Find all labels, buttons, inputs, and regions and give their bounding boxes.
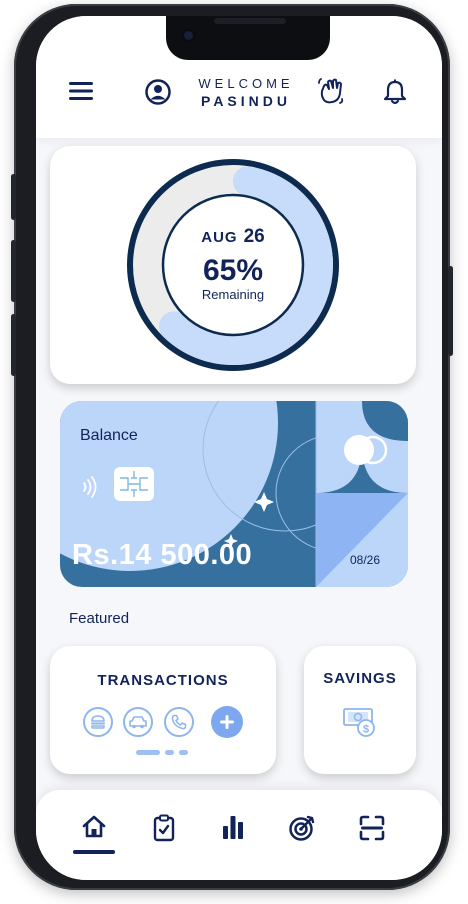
goals-icon[interactable] — [280, 814, 324, 854]
home-icon[interactable] — [72, 814, 116, 854]
add-icon[interactable] — [211, 706, 243, 738]
power-button — [448, 266, 453, 356]
speaker — [214, 18, 286, 24]
phone-icon[interactable] — [164, 707, 194, 737]
welcome-label: WELCOME — [198, 76, 294, 91]
scan-icon[interactable] — [350, 814, 394, 854]
card-brand-icon — [342, 433, 392, 472]
ring-text: AUG 26 65% Remaining — [50, 226, 416, 302]
carousel-dot — [165, 750, 174, 755]
ring-day: 26 — [243, 226, 265, 247]
volume-up-button — [11, 240, 16, 302]
active-tab-indicator — [73, 850, 115, 854]
contactless-icon — [78, 475, 102, 504]
mute-switch — [11, 174, 16, 220]
carousel-dot — [179, 750, 188, 755]
waving-hand-icon[interactable] — [316, 76, 346, 106]
volume-down-button — [11, 314, 16, 376]
welcome-block: WELCOME PASINDU — [186, 76, 306, 109]
card-expiry: 08/26 — [350, 553, 381, 567]
camera — [184, 31, 193, 40]
food-icon[interactable] — [83, 707, 113, 737]
budget-progress-card[interactable]: AUG 26 65% Remaining — [50, 146, 416, 384]
bottom-nav — [36, 790, 442, 880]
transactions-card[interactable]: TRANSACTIONS — [50, 646, 276, 774]
phone-frame: WELCOME PASINDU AUG 26 65% Remaining Bal… — [11, 4, 453, 890]
bell-icon[interactable] — [382, 78, 408, 106]
balance-amount: Rs.14 500.00 — [72, 539, 253, 571]
svg-text:$: $ — [363, 724, 369, 736]
profile-icon[interactable] — [144, 78, 172, 106]
menu-icon[interactable] — [68, 78, 94, 104]
featured-label: Featured — [69, 610, 130, 627]
balance-label: Balance — [80, 427, 138, 444]
ring-remaining-label: Remaining — [201, 287, 265, 302]
tasks-icon[interactable] — [142, 814, 186, 854]
car-icon[interactable] — [123, 707, 153, 737]
app-screen: WELCOME PASINDU AUG 26 65% Remaining Bal… — [36, 16, 442, 880]
card-chip-icon — [114, 467, 154, 501]
ring-month: AUG — [201, 229, 238, 246]
transactions-title: TRANSACTIONS — [97, 672, 229, 689]
money-icon: $ — [342, 706, 378, 743]
ring-date: AUG 26 — [50, 226, 416, 248]
carousel-dot-active — [136, 750, 160, 755]
stats-icon[interactable] — [211, 814, 255, 854]
ring-percent: 65% — [202, 254, 264, 287]
savings-title: SAVINGS — [323, 670, 397, 687]
balance-card[interactable]: Balance Rs.14 500.00 08/26 — [60, 401, 408, 587]
username-label: PASINDU — [201, 93, 291, 109]
notch — [166, 16, 330, 60]
carousel-dots — [136, 750, 188, 755]
savings-card[interactable]: SAVINGS $ — [304, 646, 416, 774]
